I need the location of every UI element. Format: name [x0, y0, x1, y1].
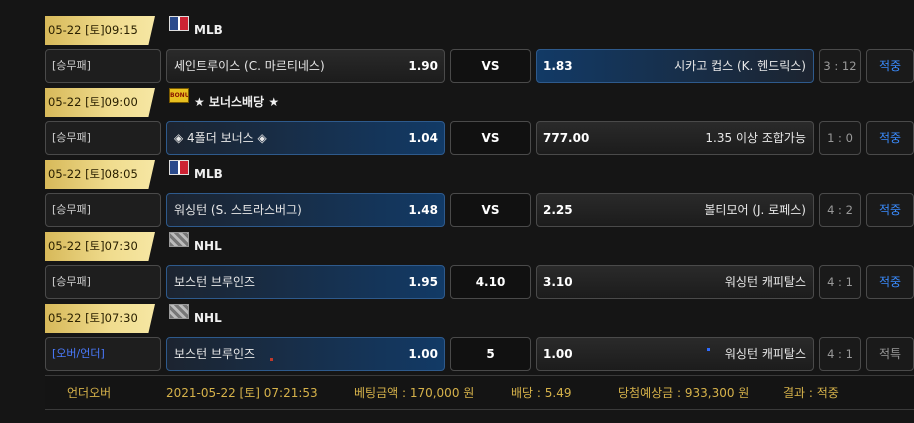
game-block: 05-22 [토]09:15 MLB [승무패] 세인트루이스 (C. 마르티네…	[45, 0, 914, 83]
game-header: 05-22 [토]09:00 BONUS ★ 보너스배당 ★	[45, 86, 914, 117]
home-team-name: 보스턴 브루인즈	[174, 347, 256, 361]
bet-history-panel: 05-22 [토]09:15 MLB [승무패] 세인트루이스 (C. 마르티네…	[45, 0, 914, 423]
league-name: NHL	[194, 310, 222, 325]
home-team-pick[interactable]: 보스턴 브루인즈 1.00	[166, 337, 445, 371]
league-name: ★ 보너스배당 ★	[194, 95, 280, 109]
league-label: BONUS ★ 보너스배당 ★	[169, 86, 279, 117]
away-team-pick[interactable]: 1.00 워싱턴 캐피탈스	[536, 337, 814, 371]
bonus-icon: BONUS	[169, 88, 189, 103]
bet-row: [오버/언더] 보스턴 브루인즈 1.00 5 1.00 워싱턴 캐피탈스 4 …	[45, 337, 914, 371]
league-name: MLB	[194, 166, 223, 181]
over-arrow-icon	[707, 348, 710, 351]
home-team-odds: 1.00	[408, 347, 438, 361]
total-odds: 배당 : 5.49	[511, 386, 572, 400]
game-block: 05-22 [토]07:30 NHL [승무패] 보스턴 브루인즈 1.95 4…	[45, 216, 914, 299]
mlb-logo-icon	[169, 160, 189, 175]
away-team-odds: 1.00	[543, 347, 573, 361]
game-header: 05-22 [토]07:30 NHL	[45, 230, 914, 261]
game-date-tag: 05-22 [토]08:05	[45, 160, 155, 189]
expected-winnings: 당첨예상금 : 933,300 원	[618, 386, 750, 400]
game-header: 05-22 [토]07:30 NHL	[45, 302, 914, 333]
league-label: MLB	[169, 14, 223, 45]
final-score: 4 : 1	[819, 337, 861, 371]
nhl-logo-icon	[169, 304, 189, 319]
nhl-logo-icon	[169, 232, 189, 247]
league-name: MLB	[194, 22, 223, 37]
game-date-tag: 05-22 [토]09:15	[45, 16, 155, 45]
mlb-logo-icon	[169, 16, 189, 31]
bet-summary-footer: 언더오버 2021-05-22 [토] 07:21:53 베팅금액 : 170,…	[45, 375, 914, 410]
game-date-tag: 05-22 [토]07:30	[45, 232, 155, 261]
league-label: MLB	[169, 158, 223, 189]
league-label: NHL	[169, 230, 222, 261]
under-arrow-icon	[270, 358, 273, 361]
bet-result: 결과 : 적중	[783, 386, 839, 400]
game-block: 05-22 [토]07:30 NHL [오버/언더] 보스턴 브루인즈 1.00…	[45, 288, 914, 371]
bet-amount: 베팅금액 : 170,000 원	[354, 386, 475, 400]
game-header: 05-22 [토]09:15 MLB	[45, 14, 914, 45]
bet-type: [오버/언더]	[45, 337, 161, 371]
away-team-name: 워싱턴 캐피탈스	[724, 347, 806, 361]
handicap-line[interactable]: 5	[450, 337, 531, 371]
game-date-tag: 05-22 [토]07:30	[45, 304, 155, 333]
game-header: 05-22 [토]08:05 MLB	[45, 158, 914, 189]
game-block: 05-22 [토]09:00 BONUS ★ 보너스배당 ★ [승무패] ◈ 4…	[45, 72, 914, 155]
game-block: 05-22 [토]08:05 MLB [승무패] 워싱턴 (S. 스트라스버그)…	[45, 144, 914, 227]
league-name: NHL	[194, 238, 222, 253]
bet-datetime: 2021-05-22 [토] 07:21:53	[166, 386, 318, 400]
bet-category: 언더오버	[67, 386, 112, 400]
league-label: NHL	[169, 302, 222, 333]
result-badge: 적특	[866, 337, 914, 371]
game-date-tag: 05-22 [토]09:00	[45, 88, 155, 117]
